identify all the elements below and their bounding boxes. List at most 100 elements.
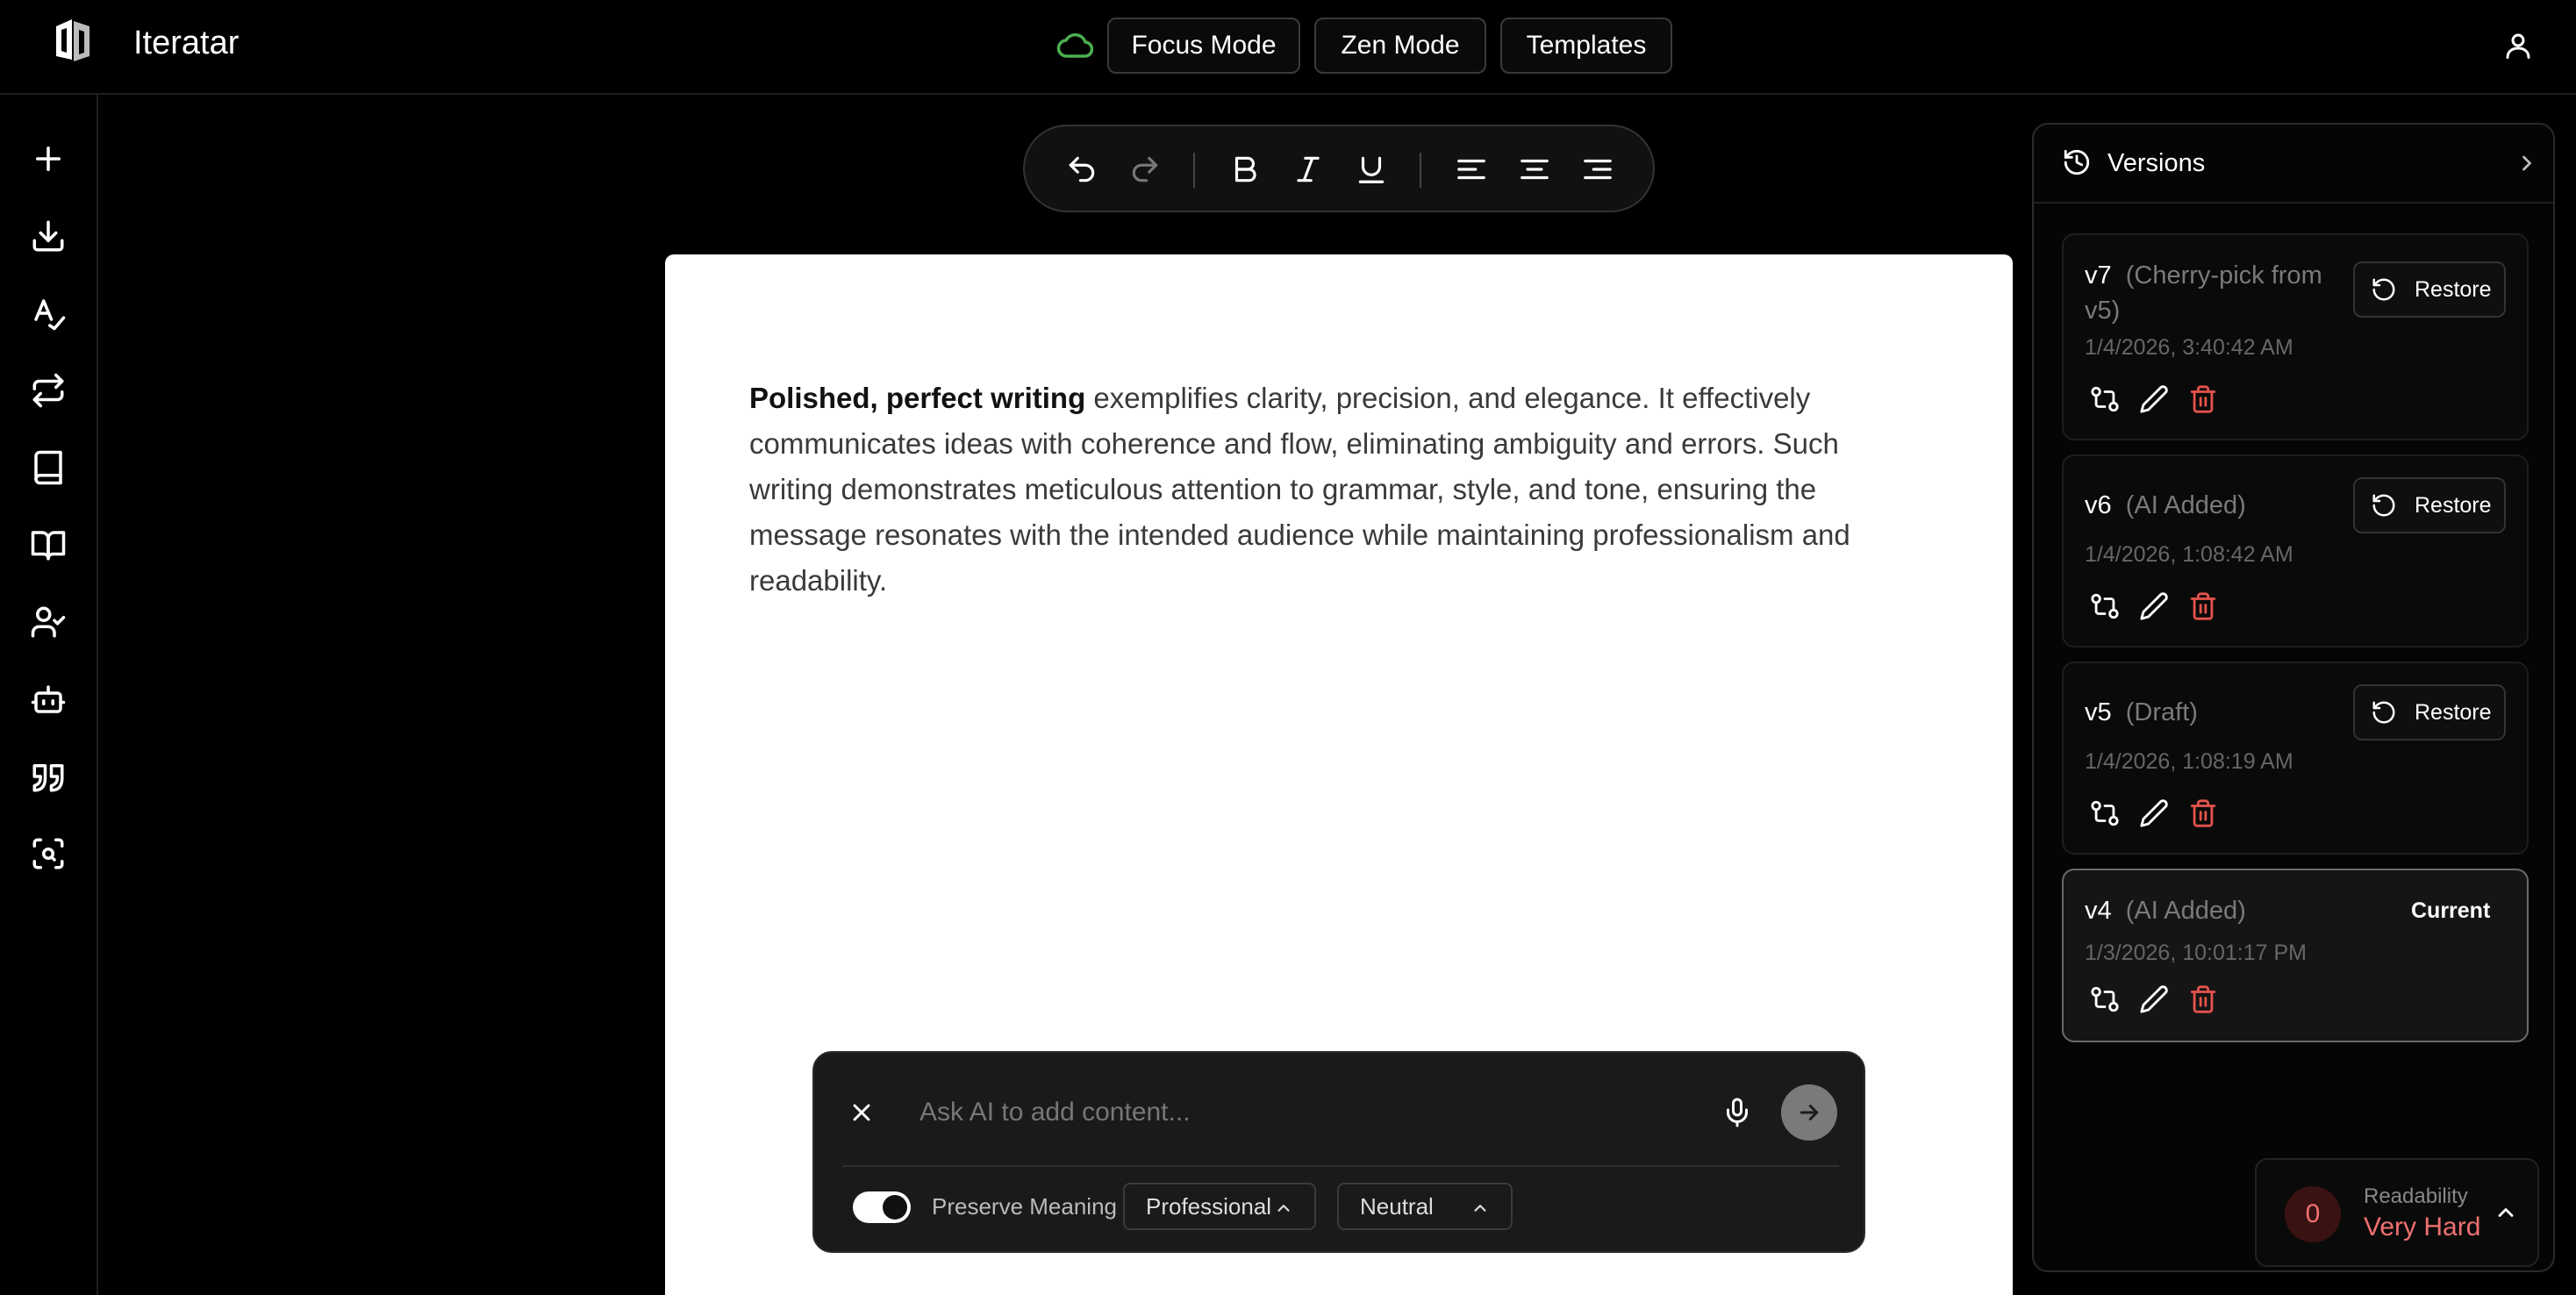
cloud-sync-icon bbox=[1056, 30, 1093, 61]
panel-divider bbox=[842, 1165, 1839, 1167]
rotate-ccw-icon bbox=[2372, 278, 2395, 301]
version-desc-cont: v5) bbox=[2085, 297, 2121, 325]
bot-icon[interactable] bbox=[30, 681, 67, 718]
restore-label: Restore bbox=[2415, 276, 2492, 302]
pencil-icon[interactable] bbox=[2139, 984, 2169, 1014]
tone-select-value: Professional bbox=[1146, 1192, 1272, 1220]
pencil-icon[interactable] bbox=[2139, 591, 2169, 621]
versions-title: Versions bbox=[2107, 149, 2206, 177]
scan-search-icon[interactable] bbox=[30, 835, 67, 872]
git-compare-icon[interactable] bbox=[2090, 384, 2120, 414]
readability-score: 0 bbox=[2285, 1186, 2341, 1242]
version-card[interactable]: v7 (Cherry-pick from v5) 1/4/2026, 3:40:4… bbox=[2062, 233, 2529, 440]
versions-header: Versions bbox=[2034, 125, 2553, 204]
format-toolbar bbox=[1023, 125, 1655, 212]
version-desc: (Cherry-pick from bbox=[2125, 261, 2322, 290]
restore-button[interactable]: Restore bbox=[2353, 684, 2506, 741]
top-bar: Iteratar Focus Mode Zen Mode Templates bbox=[0, 0, 2576, 95]
restore-button[interactable]: Restore bbox=[2353, 477, 2506, 533]
version-time: 1/4/2026, 1:08:19 AM bbox=[2085, 749, 2293, 774]
readability-widget[interactable]: 0 Readability Very Hard bbox=[2255, 1158, 2539, 1267]
book-open-icon[interactable] bbox=[30, 526, 67, 563]
microphone-icon[interactable] bbox=[1721, 1097, 1753, 1128]
version-desc: (AI Added) bbox=[2125, 491, 2246, 519]
document-body[interactable]: Polished, perfect writing exemplifies cl… bbox=[749, 376, 1925, 604]
user-check-icon[interactable] bbox=[30, 604, 67, 640]
version-time: 1/4/2026, 1:08:42 AM bbox=[2085, 542, 2293, 567]
version-time: 1/3/2026, 10:01:17 PM bbox=[2085, 941, 2307, 965]
current-badge: Current bbox=[2411, 898, 2491, 923]
chevron-up-icon bbox=[1474, 1205, 1486, 1212]
version-name: v6 (AI Added) bbox=[2085, 491, 2246, 520]
version-number: v7 bbox=[2085, 261, 2112, 290]
zen-mode-button[interactable]: Zen Mode bbox=[1314, 18, 1486, 74]
version-name: v7 (Cherry-pick from v5) bbox=[2085, 258, 2322, 328]
version-number: v6 bbox=[2085, 491, 2112, 519]
style-select-value: Neutral bbox=[1360, 1192, 1434, 1220]
spellcheck-icon[interactable] bbox=[30, 295, 67, 332]
templates-button[interactable]: Templates bbox=[1500, 18, 1672, 74]
app-title: Iteratar bbox=[133, 25, 240, 61]
chevron-up-icon bbox=[1277, 1205, 1290, 1212]
version-time: 1/4/2026, 3:40:42 AM bbox=[2085, 335, 2293, 360]
toolbar-divider bbox=[1193, 153, 1195, 188]
pencil-icon[interactable] bbox=[2139, 384, 2169, 414]
readability-label: Readability bbox=[2364, 1184, 2468, 1208]
align-left-icon[interactable] bbox=[1455, 153, 1488, 186]
git-compare-icon[interactable] bbox=[2090, 591, 2120, 621]
version-desc: (AI Added) bbox=[2125, 897, 2246, 925]
book-icon[interactable] bbox=[30, 449, 67, 486]
rotate-ccw-icon bbox=[2372, 494, 2395, 517]
version-card-current[interactable]: v4 (AI Added) 1/3/2026, 10:01:17 PM Curr… bbox=[2062, 869, 2529, 1042]
user-icon[interactable] bbox=[2502, 30, 2534, 61]
preserve-meaning-toggle[interactable] bbox=[853, 1191, 911, 1223]
trash-icon[interactable] bbox=[2188, 384, 2218, 414]
trash-icon[interactable] bbox=[2188, 798, 2218, 828]
version-name: v4 (AI Added) bbox=[2085, 897, 2246, 926]
plus-icon[interactable] bbox=[30, 140, 67, 177]
italic-icon[interactable] bbox=[1292, 153, 1325, 186]
restore-label: Restore bbox=[2415, 492, 2492, 518]
style-select[interactable]: Neutral bbox=[1337, 1183, 1513, 1230]
version-name: v5 (Draft) bbox=[2085, 698, 2198, 727]
version-card[interactable]: v6 (AI Added) 1/4/2026, 1:08:42 AM Resto… bbox=[2062, 454, 2529, 648]
version-desc: (Draft) bbox=[2125, 698, 2198, 726]
rotate-ccw-icon bbox=[2372, 701, 2395, 724]
restore-label: Restore bbox=[2415, 699, 2492, 725]
underline-icon[interactable] bbox=[1355, 153, 1388, 186]
version-card[interactable]: v5 (Draft) 1/4/2026, 1:08:19 AM Restore bbox=[2062, 662, 2529, 855]
app-logo-icon[interactable] bbox=[53, 18, 93, 63]
tone-select[interactable]: Professional bbox=[1123, 1183, 1316, 1230]
redo-icon[interactable] bbox=[1128, 153, 1162, 186]
focus-mode-button[interactable]: Focus Mode bbox=[1107, 18, 1300, 74]
arrow-right-icon bbox=[1800, 1105, 1819, 1120]
repeat-icon[interactable] bbox=[30, 372, 67, 409]
preserve-meaning-label: Preserve Meaning bbox=[932, 1193, 1117, 1220]
chevron-right-icon[interactable] bbox=[2515, 151, 2539, 175]
align-center-icon[interactable] bbox=[1518, 153, 1551, 186]
align-right-icon[interactable] bbox=[1581, 153, 1614, 186]
version-number: v4 bbox=[2085, 897, 2112, 925]
ai-prompt-input[interactable] bbox=[919, 1086, 1639, 1139]
undo-icon[interactable] bbox=[1065, 153, 1098, 186]
download-icon[interactable] bbox=[30, 218, 67, 254]
ai-prompt-panel: Preserve Meaning Professional Neutral bbox=[812, 1051, 1865, 1253]
trash-icon[interactable] bbox=[2188, 984, 2218, 1014]
document-bold-text: Polished, perfect writing bbox=[749, 382, 1086, 414]
restore-button[interactable]: Restore bbox=[2353, 261, 2506, 318]
sidebar bbox=[0, 95, 98, 1295]
pencil-icon[interactable] bbox=[2139, 798, 2169, 828]
toggle-knob bbox=[883, 1195, 907, 1220]
versions-panel: Versions v7 (Cherry-pick from v5) 1/4/202… bbox=[2032, 123, 2555, 1272]
chevron-up-icon[interactable] bbox=[2494, 1200, 2518, 1225]
history-icon bbox=[2062, 147, 2092, 177]
close-icon[interactable] bbox=[848, 1098, 876, 1127]
toolbar-divider bbox=[1420, 153, 1421, 188]
git-compare-icon[interactable] bbox=[2090, 798, 2120, 828]
send-button[interactable] bbox=[1781, 1084, 1837, 1141]
quote-icon[interactable] bbox=[30, 758, 67, 795]
git-compare-icon[interactable] bbox=[2090, 984, 2120, 1014]
version-number: v5 bbox=[2085, 698, 2112, 726]
bold-icon[interactable] bbox=[1228, 153, 1262, 186]
trash-icon[interactable] bbox=[2188, 591, 2218, 621]
